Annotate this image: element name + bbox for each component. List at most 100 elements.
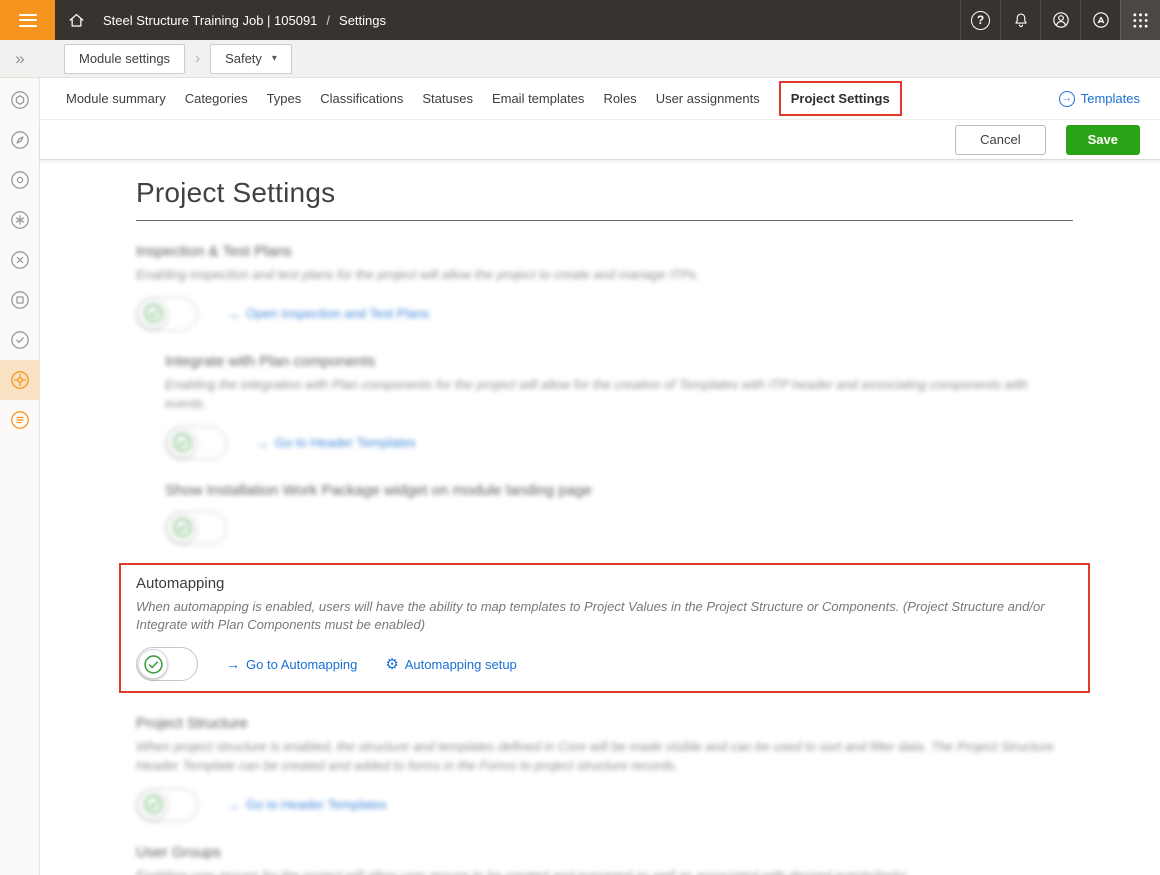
toggle-knob: [138, 790, 168, 820]
control-row: → Go to Automapping ⚙ Automapping setup: [136, 647, 1073, 681]
home-button[interactable]: [55, 0, 97, 40]
project-structure-toggle[interactable]: [136, 788, 198, 822]
breadcrumb-current-page: Settings: [339, 13, 386, 28]
main-menu-button[interactable]: [0, 0, 55, 40]
section-integrate-plan-components: Integrate with Plan components Enabling …: [165, 353, 1073, 460]
product-logo-button[interactable]: [1080, 0, 1120, 40]
section-description: When project structure is enabled, the s…: [136, 738, 1073, 776]
check-circle-icon: [143, 794, 164, 815]
automapping-setup-link[interactable]: ⚙ Automapping setup: [385, 655, 516, 673]
section-automapping: Automapping When automapping is enabled,…: [136, 575, 1073, 682]
x-circle-module-icon: [9, 249, 31, 271]
tab-project-settings[interactable]: Project Settings: [779, 81, 902, 116]
go-to-header-templates-link[interactable]: → Go to Header Templates: [255, 435, 416, 451]
sidebar-module-safety-selected[interactable]: [0, 360, 40, 400]
gear-module-icon: [9, 369, 31, 391]
sidebar-module-4[interactable]: [0, 200, 40, 240]
tab-types[interactable]: Types: [267, 81, 302, 116]
arrow-icon: →: [226, 306, 240, 322]
account-button[interactable]: [1040, 0, 1080, 40]
sidebar-module-6[interactable]: [0, 280, 40, 320]
control-row: [165, 511, 1073, 545]
link-label: Go to Automapping: [246, 657, 357, 672]
cancel-button[interactable]: Cancel: [955, 125, 1045, 155]
check-module-icon: [9, 329, 31, 351]
list-module-icon: [9, 409, 31, 431]
title-divider: [136, 220, 1073, 221]
tab-statuses[interactable]: Statuses: [422, 81, 473, 116]
section-title: Integrate with Plan components: [165, 353, 1073, 370]
caret-down-icon: ▾: [272, 53, 277, 64]
tab-user-assignments[interactable]: User assignments: [656, 81, 760, 116]
arrow-icon: →: [255, 435, 269, 451]
tab-roles[interactable]: Roles: [603, 81, 636, 116]
module-settings-button[interactable]: Module settings: [64, 44, 185, 74]
go-to-header-templates-link-2[interactable]: → Go to Header Templates: [226, 797, 387, 813]
sidebar-module-3[interactable]: [0, 160, 40, 200]
top-navigation-bar: Steel Structure Training Job | 105091 / …: [0, 0, 1160, 40]
sidebar-module-2[interactable]: [0, 120, 40, 160]
save-button[interactable]: Save: [1066, 125, 1140, 155]
toggle-knob: [167, 513, 197, 543]
control-row: → Go to Header Templates: [165, 426, 1073, 460]
target-module-icon: [9, 169, 31, 191]
arrow-icon: →: [226, 656, 240, 672]
selected-module-label: Safety: [225, 51, 262, 66]
automapping-toggle[interactable]: [136, 647, 198, 681]
box-module-icon: [9, 289, 31, 311]
bell-icon: [1012, 11, 1030, 29]
chevron-separator-icon: ›: [195, 50, 200, 67]
section-title: Inspection & Test Plans: [136, 243, 1073, 260]
hexagon-module-icon: [9, 89, 31, 111]
asterisk-module-icon: [9, 209, 31, 231]
breadcrumb-project[interactable]: Steel Structure Training Job | 105091: [103, 13, 317, 28]
help-icon: ?: [971, 11, 990, 30]
project-settings-page: Project Settings Inspection & Test Plans…: [40, 160, 1160, 875]
sidebar-module-5[interactable]: [0, 240, 40, 280]
apps-menu-button[interactable]: [1120, 0, 1160, 40]
toggle-knob: [138, 299, 168, 329]
settings-tab-bar: Module summary Categories Types Classifi…: [40, 78, 1160, 120]
templates-link-label: Templates: [1081, 91, 1140, 106]
circle-arrow-icon: →: [1059, 91, 1075, 107]
help-button[interactable]: ?: [960, 0, 1000, 40]
sidebar-module-1[interactable]: [0, 80, 40, 120]
inspection-test-plans-toggle[interactable]: [136, 297, 198, 331]
compass-logo-icon: [1091, 10, 1111, 30]
templates-link[interactable]: → Templates: [1059, 91, 1140, 107]
link-label: Automapping setup: [405, 657, 517, 672]
notifications-button[interactable]: [1000, 0, 1040, 40]
section-title: User Groups: [136, 844, 1073, 861]
open-inspection-test-plans-link[interactable]: → Open Inspection and Test Plans: [226, 306, 429, 322]
tab-module-summary[interactable]: Module summary: [66, 81, 166, 116]
section-iwp-widget: Show Installation Work Package widget on…: [165, 482, 1073, 545]
section-user-groups: User Groups Enabling user groups for the…: [136, 844, 1073, 875]
breadcrumb-separator: /: [326, 13, 330, 28]
iwp-widget-toggle[interactable]: [165, 511, 227, 545]
section-description: Enabling user groups for the project wil…: [136, 867, 1073, 875]
integrate-plan-components-toggle[interactable]: [165, 426, 227, 460]
check-circle-icon: [143, 654, 164, 675]
expand-sidebar-button[interactable]: »: [0, 49, 40, 69]
home-icon: [67, 11, 86, 30]
tab-email-templates[interactable]: Email templates: [492, 81, 584, 116]
person-icon: [1051, 10, 1071, 30]
hamburger-icon: [19, 14, 37, 16]
module-selector-dropdown[interactable]: Safety ▾: [210, 44, 292, 74]
section-description: Enabling the integration with Plan compo…: [165, 376, 1073, 414]
tab-classifications[interactable]: Classifications: [320, 81, 403, 116]
tab-categories[interactable]: Categories: [185, 81, 248, 116]
app-window: Steel Structure Training Job | 105091 / …: [0, 0, 1160, 875]
sidebar-module-7[interactable]: [0, 320, 40, 360]
sidebar-module-9[interactable]: [0, 400, 40, 440]
control-row: → Open Inspection and Test Plans: [136, 297, 1073, 331]
go-to-automapping-link[interactable]: → Go to Automapping: [226, 656, 357, 672]
check-circle-icon: [172, 432, 193, 453]
toggle-knob: [167, 428, 197, 458]
annotation-box-automapping: Automapping When automapping is enabled,…: [119, 563, 1090, 694]
check-circle-icon: [172, 517, 193, 538]
toggle-knob: [138, 649, 168, 679]
topbar-actions: ?: [960, 0, 1160, 40]
section-inspection-test-plans: Inspection & Test Plans Enabling inspect…: [136, 243, 1073, 331]
module-sidebar: [0, 78, 40, 875]
